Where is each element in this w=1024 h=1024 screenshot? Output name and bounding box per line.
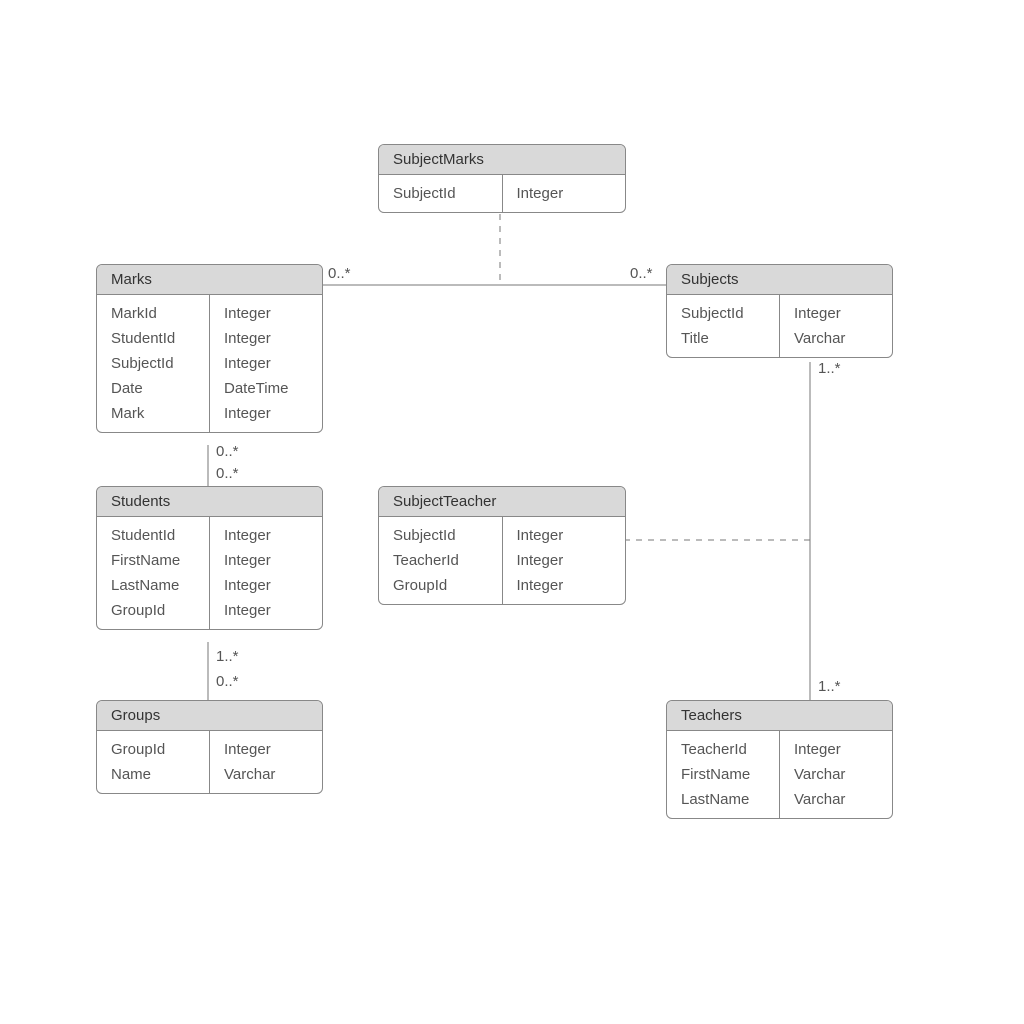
entity-students: Students StudentId FirstName LastName Gr… xyxy=(96,486,323,630)
attr-type: Integer xyxy=(503,548,626,573)
attr-type: Varchar xyxy=(210,762,322,787)
attr-type: Integer xyxy=(780,301,892,326)
attr-name: StudentId xyxy=(97,326,209,351)
attr-name: TeacherId xyxy=(379,548,502,573)
entity-title: Subjects xyxy=(667,265,892,295)
entity-title: Students xyxy=(97,487,322,517)
attr-type: Integer xyxy=(210,548,322,573)
attr-name: FirstName xyxy=(667,762,779,787)
attr-name: Title xyxy=(667,326,779,351)
attr-name: GroupId xyxy=(97,598,209,623)
entity-teachers: Teachers TeacherId FirstName LastName In… xyxy=(666,700,893,819)
attr-type: Integer xyxy=(210,401,322,426)
attr-name: GroupId xyxy=(379,573,502,598)
entity-title: Marks xyxy=(97,265,322,295)
attr-type: Integer xyxy=(503,523,626,548)
attr-name: Date xyxy=(97,376,209,401)
entity-title: Teachers xyxy=(667,701,892,731)
attr-name: StudentId xyxy=(97,523,209,548)
attr-type: Varchar xyxy=(780,762,892,787)
attr-type: Integer xyxy=(210,326,322,351)
attr-name: MarkId xyxy=(97,301,209,326)
entity-subjectteacher: SubjectTeacher SubjectId TeacherId Group… xyxy=(378,486,626,605)
entity-subjects: Subjects SubjectId Title Integer Varchar xyxy=(666,264,893,358)
attr-type: Integer xyxy=(210,351,322,376)
attr-type: Integer xyxy=(210,737,322,762)
entity-groups: Groups GroupId Name Integer Varchar xyxy=(96,700,323,794)
entity-subjectmarks: SubjectMarks SubjectId Integer xyxy=(378,144,626,213)
attr-name: Mark xyxy=(97,401,209,426)
er-diagram: SubjectMarks SubjectId Integer Marks Mar… xyxy=(0,0,1024,1024)
attr-name: SubjectId xyxy=(97,351,209,376)
cardinality-label: 1..* xyxy=(818,678,841,695)
cardinality-label: 0..* xyxy=(216,465,239,482)
attr-type: DateTime xyxy=(210,376,322,401)
attr-type: Integer xyxy=(503,181,626,206)
entity-title: SubjectTeacher xyxy=(379,487,625,517)
attr-name: SubjectId xyxy=(379,523,502,548)
cardinality-label: 0..* xyxy=(328,265,351,282)
cardinality-label: 0..* xyxy=(216,443,239,460)
attr-name: FirstName xyxy=(97,548,209,573)
entity-title: SubjectMarks xyxy=(379,145,625,175)
cardinality-label: 0..* xyxy=(216,673,239,690)
attr-type: Integer xyxy=(210,598,322,623)
attr-type: Varchar xyxy=(780,787,892,812)
attr-name: SubjectId xyxy=(667,301,779,326)
attr-type: Integer xyxy=(210,523,322,548)
attr-type: Integer xyxy=(210,301,322,326)
cardinality-label: 0..* xyxy=(630,265,653,282)
attr-name: Name xyxy=(97,762,209,787)
attr-type: Integer xyxy=(210,573,322,598)
attr-type: Integer xyxy=(503,573,626,598)
attr-type: Integer xyxy=(780,737,892,762)
attr-name: TeacherId xyxy=(667,737,779,762)
entity-marks: Marks MarkId StudentId SubjectId Date Ma… xyxy=(96,264,323,433)
attr-name: LastName xyxy=(667,787,779,812)
attr-name: GroupId xyxy=(97,737,209,762)
cardinality-label: 1..* xyxy=(216,648,239,665)
cardinality-label: 1..* xyxy=(818,360,841,377)
attr-name: SubjectId xyxy=(379,181,502,206)
attr-name: LastName xyxy=(97,573,209,598)
attr-type: Varchar xyxy=(780,326,892,351)
entity-title: Groups xyxy=(97,701,322,731)
